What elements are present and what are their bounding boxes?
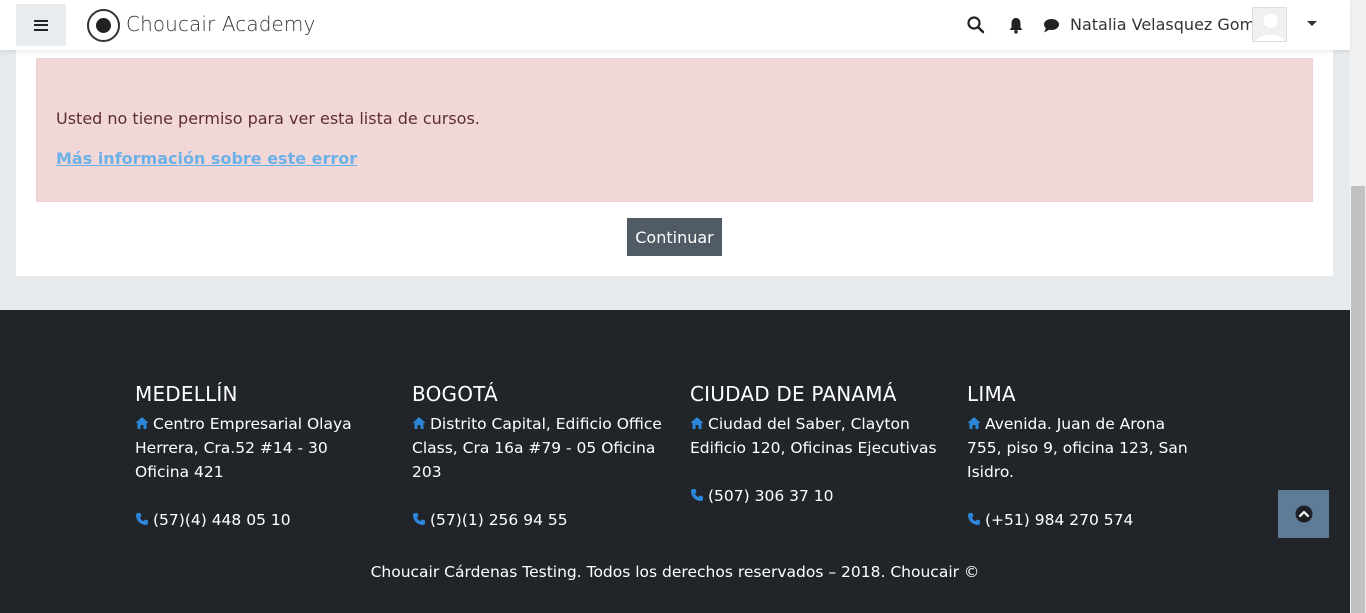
home-icon — [690, 417, 704, 429]
user-name[interactable]: Natalia Velasquez Gomez — [1070, 15, 1273, 34]
phone-icon — [413, 513, 425, 525]
chat-icon[interactable] — [1041, 15, 1061, 35]
error-alert — [36, 58, 1313, 202]
footer: MEDELLÍN Centro Empresarial Olaya Herrer… — [0, 310, 1350, 613]
error-message: Usted no tiene permiso para ver esta lis… — [56, 109, 480, 128]
office-city: LIMA — [967, 382, 1016, 406]
brand-logo[interactable] — [87, 9, 120, 42]
office-lima: LIMA Avenida. Juan de Arona 755, piso 9,… — [967, 382, 1202, 532]
office-phone-text[interactable]: (+51) 984 270 574 — [985, 511, 1133, 529]
office-address-text: Ciudad del Saber, Clayton Edificio 120, … — [690, 415, 937, 457]
office-panama: CIUDAD DE PANAMÁ Ciudad del Saber, Clayt… — [690, 382, 940, 508]
office-phone-text[interactable]: (57)(4) 448 05 10 — [153, 511, 291, 529]
office-address: Distrito Capital, Edificio Office Class,… — [412, 412, 662, 484]
scrollbar-thumb[interactable] — [1351, 186, 1365, 613]
top-navbar: Choucair Academy Natalia Velasquez Gomez — [0, 0, 1350, 50]
office-phone-text[interactable]: (57)(1) 256 94 55 — [430, 511, 568, 529]
office-phone: (57)(4) 448 05 10 — [135, 508, 375, 532]
avatar[interactable] — [1252, 7, 1287, 42]
more-info-link[interactable]: Más información sobre este error — [56, 149, 357, 168]
chevron-up-icon — [1295, 505, 1312, 523]
bell-icon[interactable] — [1006, 15, 1026, 35]
home-icon — [967, 417, 981, 429]
user-menu-chevron-down-icon[interactable] — [1307, 21, 1317, 26]
phone-icon — [136, 513, 148, 525]
phone-icon — [968, 513, 980, 525]
office-phone: (57)(1) 256 94 55 — [412, 508, 662, 532]
office-address-text: Avenida. Juan de Arona 755, piso 9, ofic… — [967, 415, 1188, 481]
home-icon — [412, 417, 426, 429]
office-city: CIUDAD DE PANAMÁ — [690, 382, 897, 406]
office-address: Ciudad del Saber, Clayton Edificio 120, … — [690, 412, 940, 460]
office-city: BOGOTÁ — [412, 382, 498, 406]
search-icon[interactable] — [966, 15, 986, 35]
back-to-top-button[interactable] — [1278, 490, 1329, 538]
home-icon — [135, 417, 149, 429]
menu-icon — [34, 19, 48, 31]
office-address-text: Centro Empresarial Olaya Herrera, Cra.52… — [135, 415, 352, 481]
office-phone: (+51) 984 270 574 — [967, 508, 1202, 532]
office-address-text: Distrito Capital, Edificio Office Class,… — [412, 415, 662, 481]
phone-icon — [691, 489, 703, 501]
office-address: Avenida. Juan de Arona 755, piso 9, ofic… — [967, 412, 1202, 484]
office-phone: (507) 306 37 10 — [690, 484, 940, 508]
continue-button[interactable]: Continuar — [627, 218, 722, 256]
office-medellin: MEDELLÍN Centro Empresarial Olaya Herrer… — [135, 382, 375, 532]
office-city: MEDELLÍN — [135, 382, 238, 406]
office-phone-text[interactable]: (507) 306 37 10 — [708, 487, 834, 505]
brand-name[interactable]: Choucair Academy — [126, 12, 315, 36]
office-address: Centro Empresarial Olaya Herrera, Cra.52… — [135, 412, 375, 484]
copyright: Choucair Cárdenas Testing. Todos los der… — [370, 563, 980, 581]
menu-toggle-button[interactable] — [16, 4, 66, 46]
office-bogota: BOGOTÁ Distrito Capital, Edificio Office… — [412, 382, 662, 532]
